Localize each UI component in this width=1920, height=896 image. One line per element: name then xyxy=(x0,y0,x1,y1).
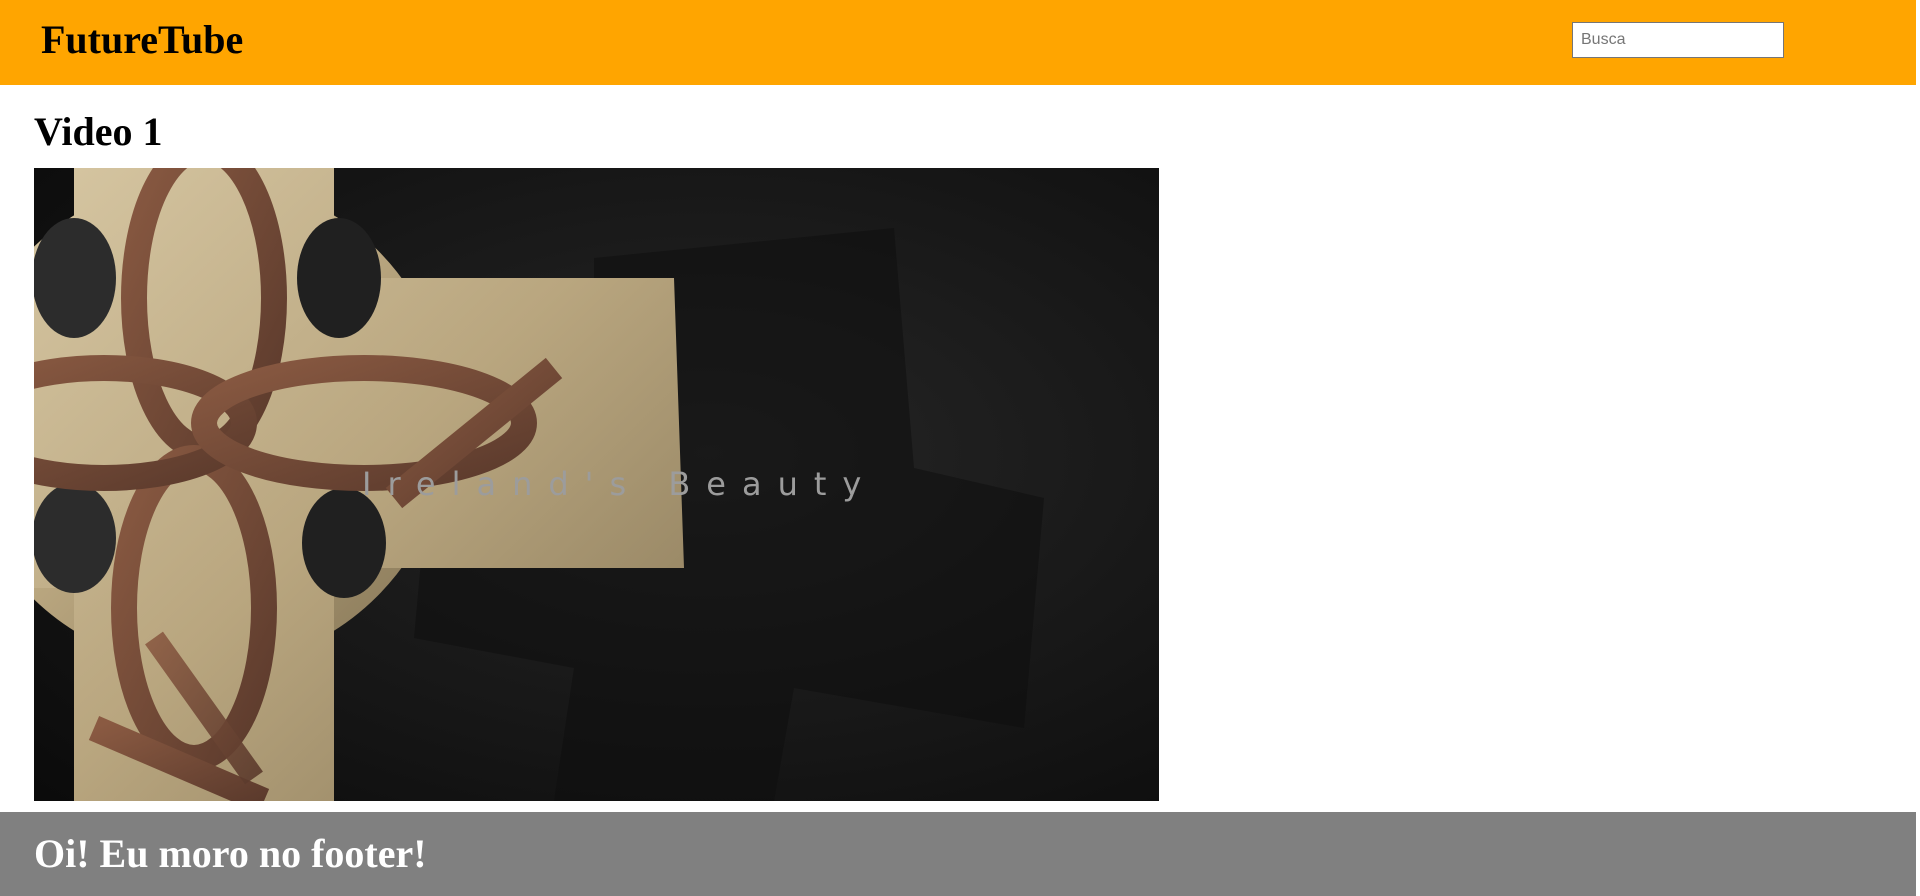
video-overlay-title: Ireland's Beauty xyxy=(362,465,878,503)
search-input[interactable] xyxy=(1572,22,1784,58)
footer-text: Oi! Eu moro no footer! xyxy=(34,831,427,876)
video-player[interactable]: Ireland's Beauty xyxy=(34,168,1159,801)
site-title[interactable]: FutureTube xyxy=(41,16,243,64)
video-title: Video 1 xyxy=(34,109,163,154)
page: FutureTube Video 1 xyxy=(0,0,1920,896)
header-bar: FutureTube xyxy=(0,0,1916,85)
footer-bar: Oi! Eu moro no footer! xyxy=(0,812,1916,896)
